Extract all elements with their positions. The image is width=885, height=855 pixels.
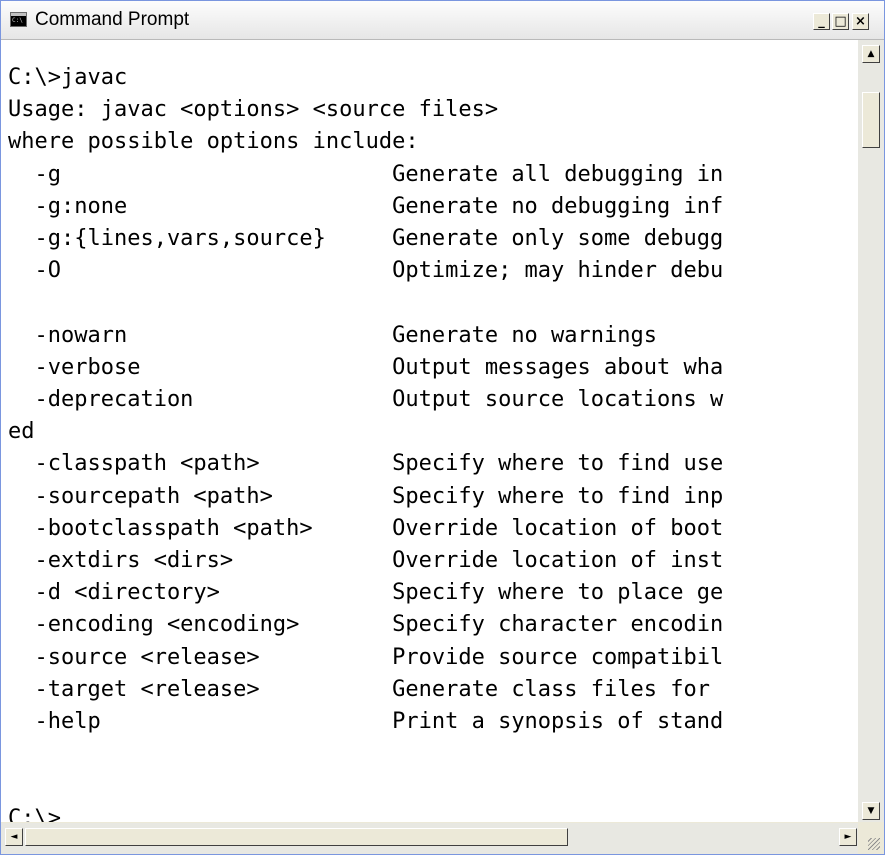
scroll-down-button[interactable]: ▼ — [862, 802, 880, 820]
resize-grip[interactable] — [858, 823, 884, 854]
vertical-scrollbar[interactable]: ▲ ▼ — [858, 40, 884, 822]
console-output-area[interactable]: C:\>javac Usage: javac <options> <source… — [1, 40, 858, 822]
maximize-button[interactable]: □ — [832, 13, 849, 30]
horizontal-scroll-thumb[interactable] — [25, 828, 568, 846]
console-icon-text: C:\ — [12, 17, 23, 24]
console-icon[interactable]: C:\ — [10, 12, 27, 27]
close-button[interactable]: × — [852, 13, 869, 30]
resize-grip-icon — [868, 838, 880, 850]
window-title: Command Prompt — [35, 9, 190, 30]
scroll-right-button[interactable]: ► — [839, 828, 857, 846]
horizontal-scrollbar[interactable]: ◄ ► — [1, 823, 858, 854]
console-text: C:\>javac Usage: javac <options> <source… — [8, 65, 724, 822]
command-prompt-window: C:\ Command Prompt _ □ × C:\>javac Usage… — [0, 0, 885, 855]
vertical-scroll-thumb[interactable] — [862, 92, 880, 148]
scroll-left-button[interactable]: ◄ — [5, 828, 23, 846]
scroll-up-button[interactable]: ▲ — [862, 45, 880, 63]
minimize-button[interactable]: _ — [813, 13, 830, 30]
title-bar[interactable]: C:\ Command Prompt _ □ × — [1, 1, 884, 40]
